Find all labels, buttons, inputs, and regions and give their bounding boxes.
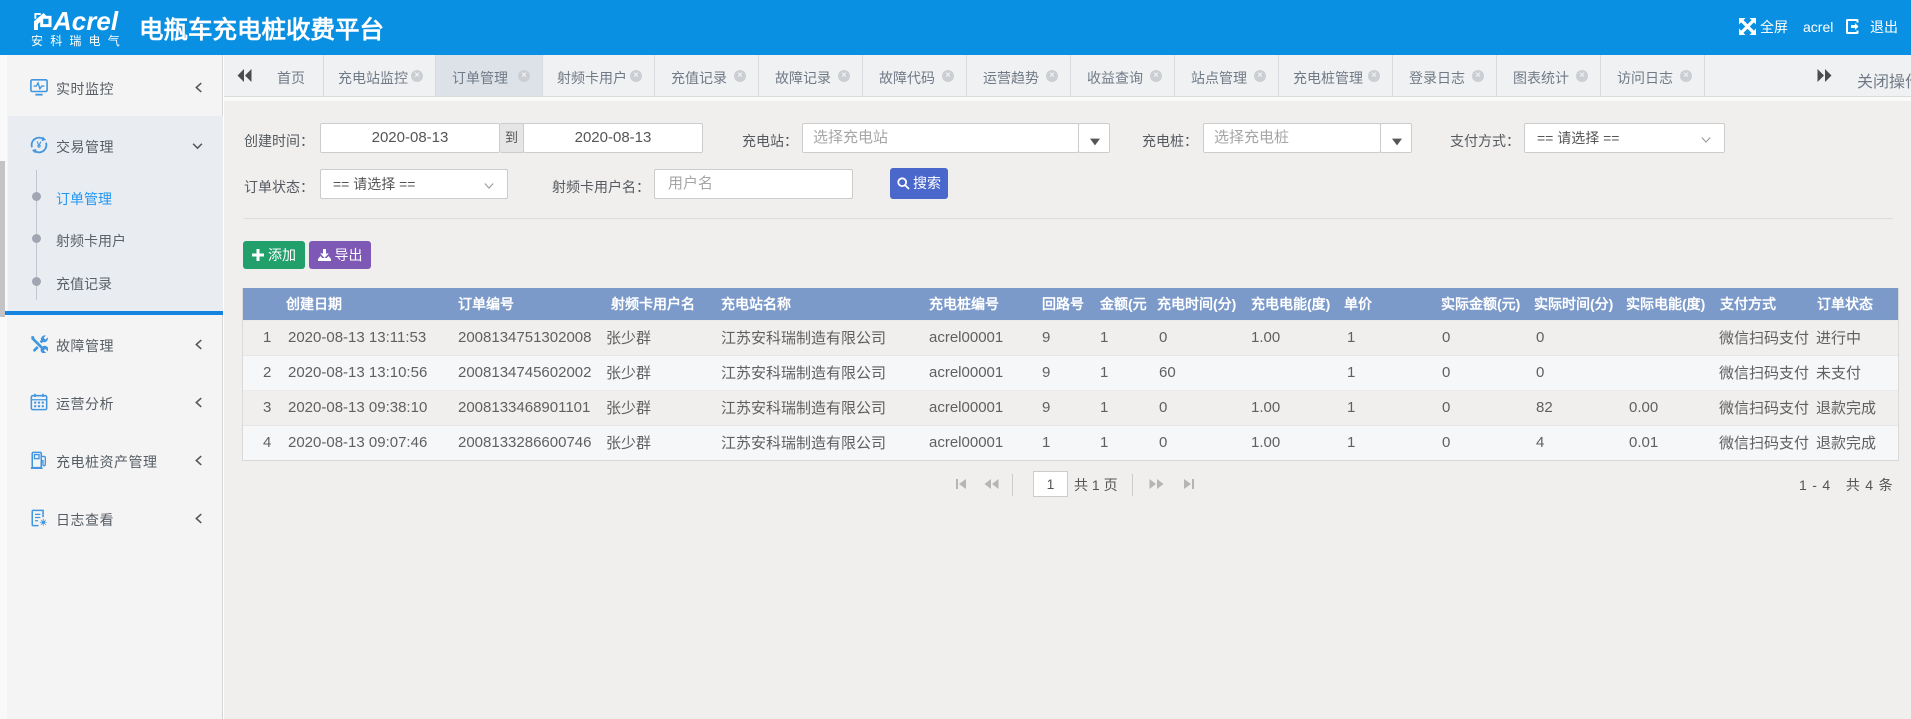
svg-text:¥: ¥ <box>36 140 41 150</box>
